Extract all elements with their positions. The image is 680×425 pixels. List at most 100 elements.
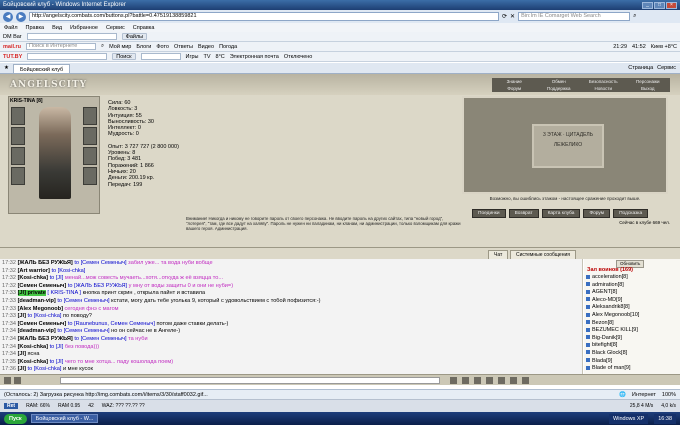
user-name[interactable]: Blada[9] <box>592 358 612 364</box>
equip-slot[interactable] <box>11 127 25 145</box>
chat-input[interactable] <box>60 377 440 384</box>
send-icon[interactable] <box>450 377 457 384</box>
chat-sender[interactable]: [Семен Семеныч] <box>18 283 67 289</box>
user-name[interactable]: Bezon[8] <box>592 320 614 326</box>
mail-item-mymir[interactable]: Мой мир <box>109 44 131 50</box>
chat-recipient[interactable]: to [Kosi-chka] <box>28 366 62 372</box>
map-room-label[interactable]: 3 ЭТАЖ · ЦИТАДЕЛЬ ЛЕЖЕЛИКО <box>532 124 604 168</box>
chat-sender[interactable]: [Kosi-chka] <box>18 344 48 350</box>
tutby-disabled[interactable]: Отключено <box>284 54 313 60</box>
chat-sender[interactable]: [JI] <box>18 313 26 319</box>
chat-sender[interactable]: [deadman-vip] <box>18 328 56 334</box>
forum-button[interactable]: Форум <box>583 209 611 218</box>
tools-menu[interactable]: Сервис <box>657 65 676 71</box>
game-menu-item[interactable]: Поддержка <box>537 85 582 92</box>
minimize-button[interactable]: _ <box>642 1 653 9</box>
menu-file[interactable]: Файл <box>4 25 18 31</box>
tutby-logo[interactable]: TUT.BY <box>3 54 22 60</box>
mail-item-video[interactable]: Видео <box>198 44 214 50</box>
user-name[interactable]: admiration[8] <box>592 282 624 288</box>
chat-recipient[interactable]: to [Kosi-chka] <box>28 313 62 319</box>
chat-sender[interactable]: [ЖАЛЬ БЕЗ РУЖЬЯ] <box>18 336 73 342</box>
refresh-icon[interactable]: ⟳ <box>502 13 507 20</box>
chat-recipient[interactable]: [ KRIS-TINA ] <box>47 290 81 296</box>
clear-icon[interactable] <box>462 377 469 384</box>
game-menu-item[interactable]: Выход <box>626 85 671 92</box>
user-list-item[interactable]: Blada[9] <box>586 358 639 366</box>
game-menu-item[interactable]: Безопасность <box>581 78 626 85</box>
user-name[interactable]: AGENT[8] <box>592 289 617 295</box>
equip-slot[interactable] <box>11 107 25 125</box>
user-list-item[interactable]: Black Glock[8] <box>586 350 639 358</box>
mail-item-blogs[interactable]: Блоги <box>136 44 151 50</box>
user-name[interactable]: Black Glock[8] <box>592 350 627 356</box>
user-list-item[interactable]: Aleksandrik8[8] <box>586 304 639 312</box>
menu-favorites[interactable]: Избранное <box>70 25 98 31</box>
chat-recipient[interactable]: to [Семен Семеныч] <box>74 260 126 266</box>
tutby-tv[interactable]: TV <box>203 54 210 60</box>
location-map[interactable]: 3 ЭТАЖ · ЦИТАДЕЛЬ ЛЕЖЕЛИКО <box>462 96 668 194</box>
return-button[interactable]: Возврат <box>508 209 539 218</box>
page-menu[interactable]: Страница <box>628 65 653 71</box>
chat-recipient[interactable]: to [Raunebunus, Семен Семеныч] <box>68 321 155 327</box>
url-input[interactable]: http://angelscity.combats.com/buttons.pl… <box>29 12 499 21</box>
user-list-item[interactable]: acceleration[8] <box>586 274 639 282</box>
scroll-icon[interactable] <box>510 377 517 384</box>
stop-icon[interactable]: ✕ <box>510 13 515 20</box>
tutby-games[interactable]: Игры <box>186 54 199 60</box>
mail-search-input[interactable]: Поиск в Интернете <box>26 43 97 50</box>
tutby-search-button[interactable]: Поиск <box>112 53 136 60</box>
sound-icon[interactable] <box>498 377 505 384</box>
menu-help[interactable]: Справка <box>133 25 155 31</box>
mail-logo[interactable]: mail.ru <box>3 44 21 50</box>
maximize-button[interactable]: □ <box>654 1 665 9</box>
menu-edit[interactable]: Правка <box>26 25 45 31</box>
chat-sender[interactable]: [deadman-vip] <box>18 298 56 304</box>
user-list-item[interactable]: BEZUMEC KILL[9] <box>586 327 639 335</box>
user-list-item[interactable]: AGENT[8] <box>586 289 639 297</box>
tutby-field[interactable] <box>140 53 181 60</box>
mail-item-weather[interactable]: Погода <box>219 44 237 50</box>
battles-button[interactable]: Поединки <box>472 209 506 218</box>
chat-recipient[interactable]: to [Семен Семеныч] <box>57 328 109 334</box>
user-name[interactable]: Alex Megonoob[10] <box>592 312 639 318</box>
user-name[interactable]: bitefight[8] <box>592 342 617 348</box>
user-name[interactable]: BEZUMEC KILL[9] <box>592 327 638 333</box>
chat-recipient[interactable]: to [JI] <box>50 359 64 365</box>
equip-slot[interactable] <box>11 147 25 165</box>
search-icon[interactable]: ⌕ <box>633 13 636 20</box>
mail-item-photo[interactable]: Фото <box>156 44 169 50</box>
game-menu-item[interactable]: Персонажи <box>626 78 671 85</box>
mail-item-answers[interactable]: Ответы <box>174 44 193 50</box>
chat-sender[interactable]: [Art warrior] <box>18 268 50 274</box>
chat-sender[interactable]: [Alex Megonoob] <box>18 306 63 312</box>
character-name[interactable]: KRIS-TINA [8] <box>9 97 99 105</box>
smiles-icon[interactable] <box>4 377 11 384</box>
chat-recipient[interactable]: to [ЖАЛЬ БЕЗ РУЖЬЯ] <box>68 283 127 289</box>
tutby-search-input[interactable] <box>27 53 108 60</box>
chat-recipient[interactable]: to [Семен Семеныч] <box>74 336 126 342</box>
chat-sender[interactable]: [JI] private <box>17 290 46 297</box>
zoom-text[interactable]: 100% <box>662 392 676 398</box>
dm-search-input[interactable] <box>26 33 117 40</box>
chat-sender[interactable]: [Kosi-chka] <box>18 359 48 365</box>
user-name[interactable]: acceleration[8] <box>592 274 628 280</box>
start-button[interactable]: Пуск <box>4 413 27 424</box>
forward-icon[interactable]: ▶ <box>16 11 26 22</box>
chat-recipient[interactable]: to [Kosi-chka] <box>51 268 85 274</box>
filter-icon[interactable] <box>474 377 481 384</box>
hint-button[interactable]: Подсказка <box>613 209 649 218</box>
taskbar-window-button[interactable]: Бойцовский клуб - W... <box>30 414 99 423</box>
user-list-item[interactable]: Aleco-MD[9] <box>586 297 639 305</box>
user-list-item[interactable]: Alex Megonoob[10] <box>586 312 639 320</box>
user-name[interactable]: Aleksandrik8[8] <box>592 304 630 310</box>
translit-icon[interactable] <box>486 377 493 384</box>
mail-search-icon[interactable]: ⌕ <box>101 43 104 50</box>
back-icon[interactable]: ◀ <box>3 11 13 22</box>
game-menu-item[interactable]: Новости <box>581 85 626 92</box>
game-menu-item[interactable]: Обмен <box>537 78 582 85</box>
equip-slot[interactable] <box>83 167 97 185</box>
user-list-item[interactable]: Big-Danik[9] <box>586 335 639 343</box>
chat-sender[interactable]: [Семен Семеныч] <box>18 321 67 327</box>
user-list-item[interactable]: bitefight[8] <box>586 342 639 350</box>
